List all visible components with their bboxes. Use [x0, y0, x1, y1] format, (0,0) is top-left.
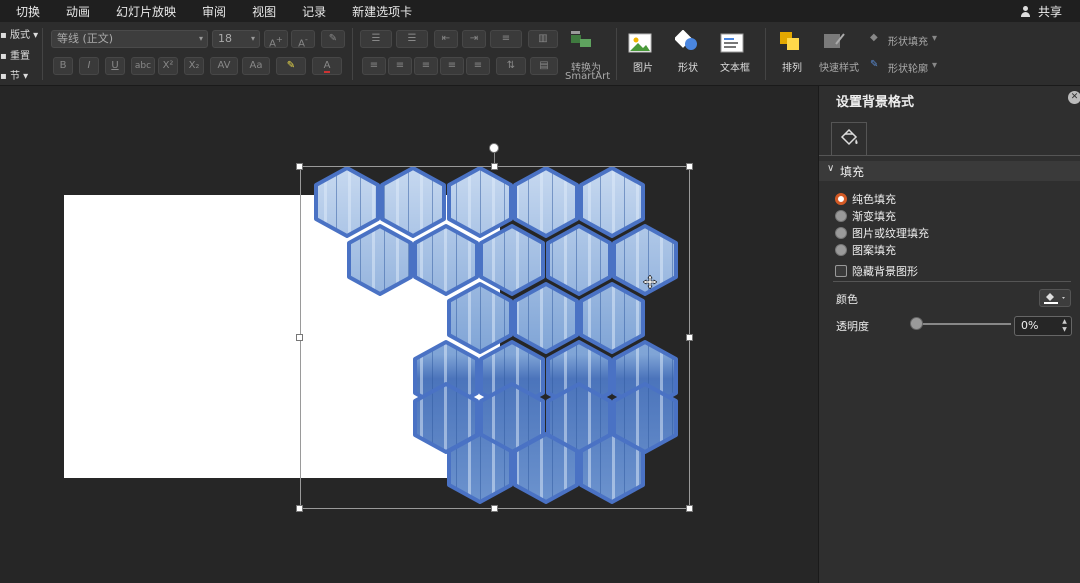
- increase-font-button[interactable]: A+: [264, 30, 288, 49]
- paint-bucket-icon: [1044, 293, 1065, 304]
- transparency-stepper[interactable]: ▲ ▼: [1060, 318, 1069, 334]
- fill-section-header[interactable]: ∨ 填充: [819, 161, 1080, 181]
- superscript-button[interactable]: X²: [158, 57, 178, 75]
- font-name-select[interactable]: 等线 (正文) ▾: [51, 30, 208, 48]
- close-icon[interactable]: ✕: [1068, 91, 1080, 104]
- transparency-slider-track[interactable]: [916, 323, 1011, 325]
- section-button[interactable]: ▪ 节 ▾: [0, 67, 28, 82]
- chevron-down-icon: ∨: [827, 163, 835, 174]
- transparency-input[interactable]: 0% ▲ ▼: [1014, 316, 1072, 336]
- radio-gradient-fill[interactable]: [835, 210, 847, 222]
- bullets-button[interactable]: ☰: [360, 30, 392, 48]
- color-label: 颜色: [836, 293, 858, 306]
- decrease-indent-button[interactable]: ⇤: [434, 30, 458, 48]
- convert-smartart-label-2: SmartArt: [565, 71, 611, 82]
- powerpoint-window: 切换 动画 幻灯片放映 审阅 视图 记录 新建选项卡 共享 ▪ 版式 ▾ ▪ 重…: [0, 0, 1080, 583]
- font-size-select[interactable]: 18 ▾: [212, 30, 260, 48]
- line-spacing-button[interactable]: ≡: [490, 30, 522, 48]
- resize-handle-left[interactable]: [296, 334, 303, 341]
- tab-animations[interactable]: 动画: [66, 3, 90, 20]
- increase-indent-button[interactable]: ⇥: [462, 30, 486, 48]
- highlight-button[interactable]: ✎: [276, 57, 306, 75]
- share-label: 共享: [1037, 5, 1062, 19]
- resize-handle-top[interactable]: [491, 163, 498, 170]
- strikethrough-button[interactable]: abc: [131, 57, 155, 75]
- slide-editing-canvas: [0, 86, 818, 583]
- tab-record[interactable]: 记录: [302, 3, 326, 20]
- radio-picture-texture-fill[interactable]: [835, 227, 847, 239]
- selection-box: [300, 166, 690, 509]
- arrange-icon: [780, 32, 799, 50]
- numbering-button[interactable]: ☰: [396, 30, 428, 48]
- subscript-button[interactable]: X₂: [184, 57, 204, 75]
- font-color-button[interactable]: A: [312, 57, 342, 75]
- resize-handle-bottom[interactable]: [491, 505, 498, 512]
- bold-button[interactable]: B: [53, 57, 73, 75]
- layout-button[interactable]: ▪ 版式 ▾: [0, 26, 38, 41]
- option-picture-texture-fill[interactable]: 图片或纹理填充: [835, 225, 929, 241]
- align-left-button[interactable]: ≡: [362, 57, 386, 75]
- justify-button[interactable]: ≡: [440, 57, 464, 75]
- char-spacing-button[interactable]: AV: [210, 57, 238, 75]
- panel-title: 设置背景格式: [836, 95, 915, 110]
- underline-button[interactable]: U: [105, 57, 125, 75]
- decrease-font-button[interactable]: A-: [291, 30, 315, 49]
- shape-icon: [675, 30, 697, 50]
- distributed-button[interactable]: ≡: [466, 57, 490, 75]
- radio-pattern-fill[interactable]: [835, 244, 847, 256]
- align-text-button[interactable]: ▤: [530, 57, 558, 75]
- color-picker-button[interactable]: [1039, 289, 1071, 307]
- hide-bg-graphics-checkbox[interactable]: [835, 265, 847, 277]
- ribbon-tabbar: 切换 动画 幻灯片放映 审阅 视图 记录 新建选项卡 共享: [0, 0, 1080, 22]
- radio-solid-fill[interactable]: [835, 193, 847, 205]
- tab-review[interactable]: 审阅: [202, 3, 226, 20]
- share-button[interactable]: 共享: [1020, 3, 1062, 20]
- option-solid-fill[interactable]: 纯色填充: [835, 191, 896, 207]
- smartart-icon: [571, 31, 591, 47]
- change-case-button[interactable]: Aa: [242, 57, 270, 75]
- fill-tab[interactable]: [831, 122, 867, 156]
- option-gradient-fill[interactable]: 渐变填充: [835, 208, 896, 224]
- option-hide-bg-graphics[interactable]: 隐藏背景图形: [835, 263, 918, 279]
- transparency-label: 透明度: [836, 320, 869, 333]
- italic-button[interactable]: I: [79, 57, 99, 75]
- ribbon: ▪ 版式 ▾ ▪ 重置 ▪ 节 ▾ 等线 (正文) ▾ 18 ▾ A+ A- ✎ B…: [0, 22, 1080, 86]
- option-pattern-fill[interactable]: 图案填充: [835, 242, 896, 258]
- align-right-button[interactable]: ≡: [414, 57, 438, 75]
- format-background-panel: 设置背景格式 ✕ ∨ 填充 纯色填充 渐变填充 图片或纹理填充 图案填充 隐藏背…: [818, 86, 1080, 583]
- resize-handle-top-right[interactable]: [686, 163, 693, 170]
- share-icon: [1020, 5, 1035, 18]
- resize-handle-right[interactable]: [686, 334, 693, 341]
- tab-transitions[interactable]: 切换: [16, 3, 40, 20]
- tab-view[interactable]: 视图: [252, 3, 276, 20]
- columns-button[interactable]: ▥: [528, 30, 558, 48]
- resize-handle-bottom-right[interactable]: [686, 505, 693, 512]
- resize-handle-top-left[interactable]: [296, 163, 303, 170]
- rotate-handle[interactable]: [489, 143, 499, 153]
- pen-icon: ✎: [870, 59, 879, 70]
- paint-bucket-icon: ◆: [870, 32, 878, 43]
- quick-styles-icon: [824, 33, 845, 48]
- tab-new[interactable]: 新建选项卡: [352, 3, 412, 20]
- picture-icon: [628, 33, 652, 53]
- align-center-button[interactable]: ≡: [388, 57, 412, 75]
- move-cursor-icon: [643, 275, 657, 289]
- resize-handle-bottom-left[interactable]: [296, 505, 303, 512]
- textbox-icon: [720, 33, 744, 53]
- text-direction-button[interactable]: ⇅: [496, 57, 526, 75]
- paint-bucket-icon: [840, 128, 858, 146]
- tab-slideshow[interactable]: 幻灯片放映: [116, 3, 176, 20]
- clear-format-button[interactable]: ✎: [321, 30, 345, 48]
- transparency-slider-knob[interactable]: [910, 317, 923, 330]
- reset-button[interactable]: ▪ 重置: [0, 47, 30, 62]
